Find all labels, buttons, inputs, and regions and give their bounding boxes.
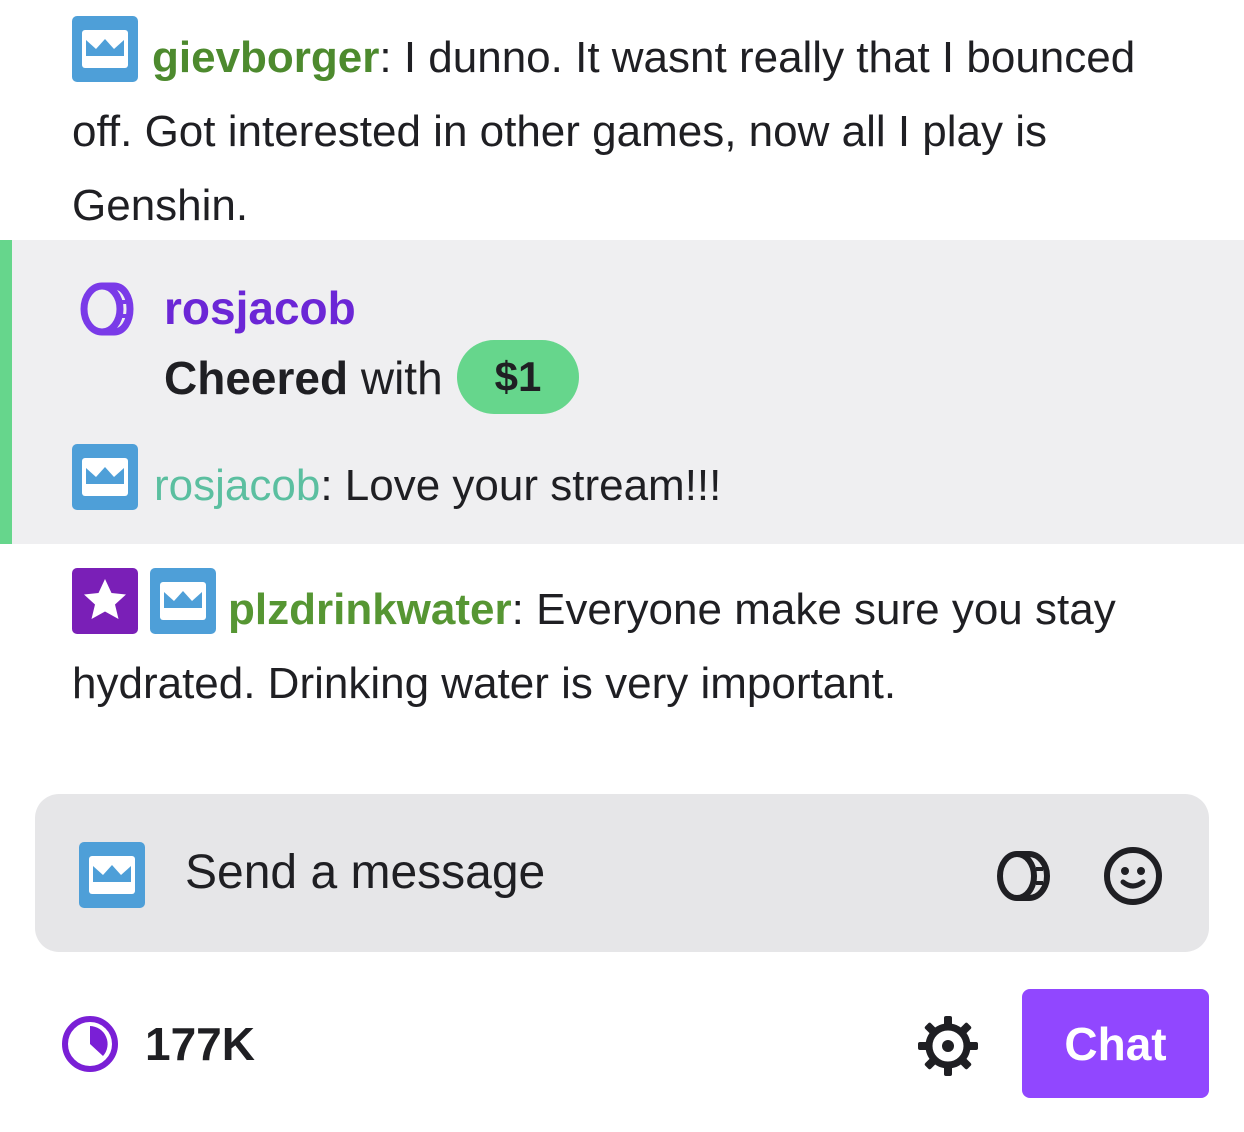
gear-icon[interactable] [914,1012,982,1080]
chat-username[interactable]: gievborger [152,33,379,82]
cheer-username[interactable]: rosjacob [164,278,356,338]
bits-icon[interactable] [991,844,1055,908]
chat-message-input[interactable] [185,832,945,914]
chat-separator: : [511,585,524,634]
chat-message: plzdrinkwater: Everyone make sure you st… [72,568,1182,721]
crown-badge-icon[interactable] [79,842,145,908]
chat-separator: : [379,33,392,82]
chat-separator: : [320,461,333,510]
crown-badge-icon[interactable] [150,568,216,634]
chat-text: Love your stream!!! [332,461,722,510]
cheer-amount-line: Cheered with $1 [164,340,580,416]
chat-username[interactable]: plzdrinkwater [228,585,512,634]
cheer-highlight: rosjacob Cheered with $1 rosjacob: Love y… [0,240,1244,544]
cheer-amount-pill: $1 [456,340,580,414]
cheer-message: rosjacob: Love your stream!!! [72,444,721,521]
bits-coin-icon [80,282,134,336]
cheer-with-text: with [348,352,443,404]
emote-icon[interactable] [1101,844,1165,908]
channel-points-icon[interactable] [60,1014,120,1074]
channel-points-value: 177K [145,1018,255,1070]
chat-send-button[interactable]: Chat [1022,989,1209,1098]
star-badge-icon[interactable] [72,568,138,634]
chat-input-container [35,794,1209,952]
chat-username[interactable]: rosjacob [154,461,320,510]
crown-badge-icon[interactable] [72,16,138,82]
cheer-action: Cheered [164,352,349,404]
crown-badge-icon[interactable] [72,444,138,510]
chat-message: gievborger: I dunno. It wasnt really tha… [72,16,1182,243]
